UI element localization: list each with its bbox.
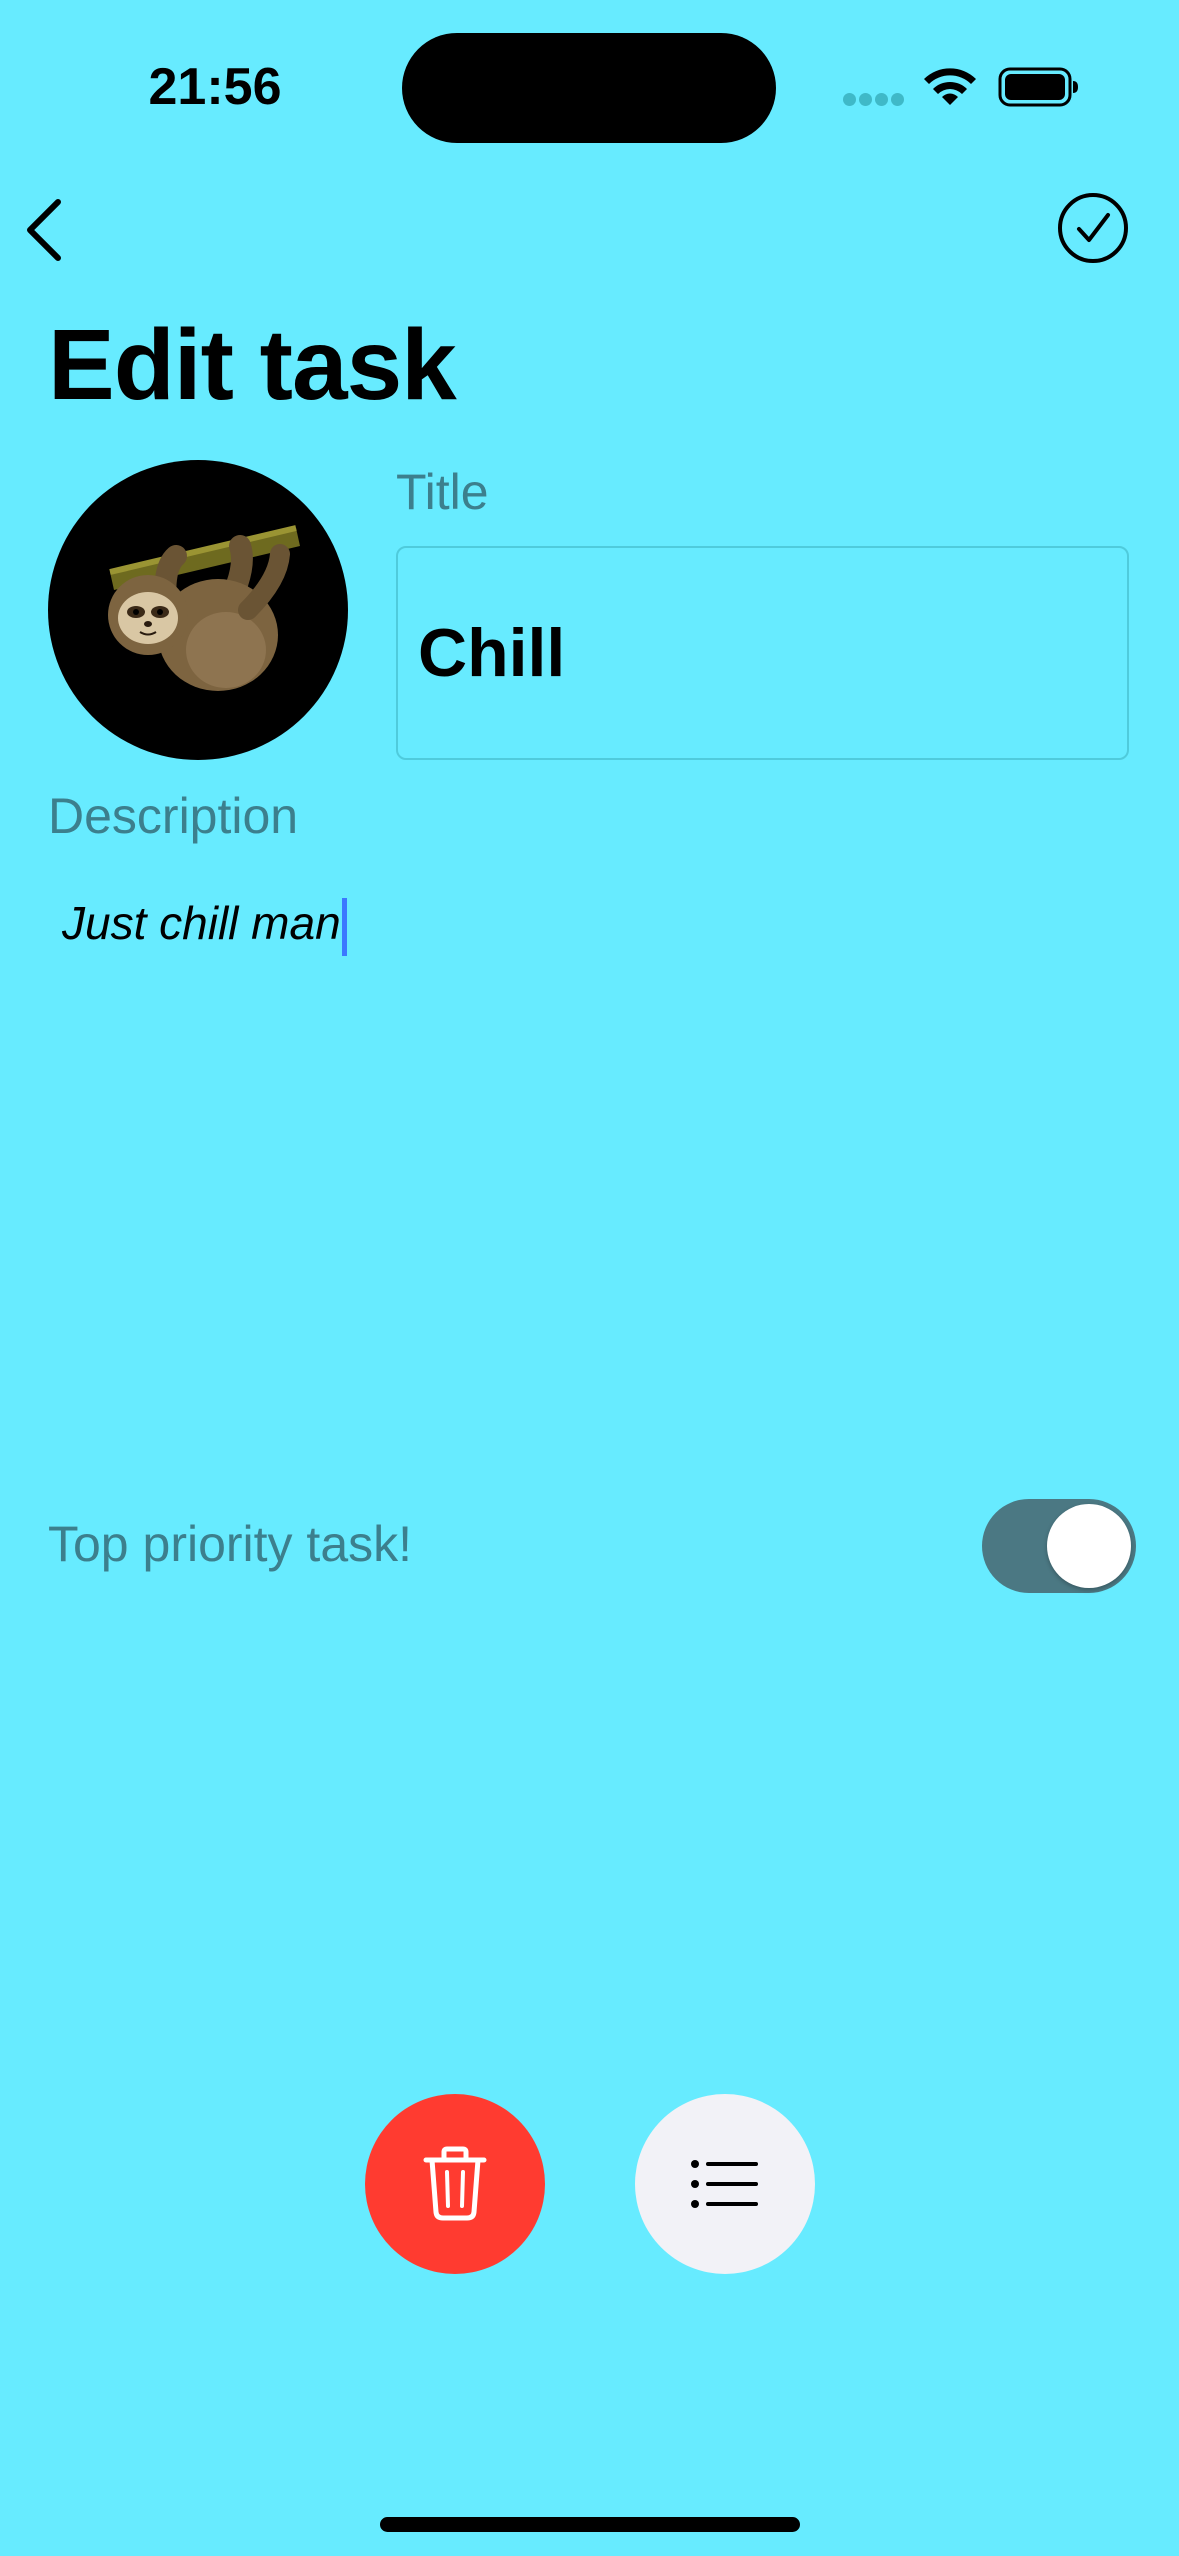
battery-icon	[998, 67, 1078, 107]
checkmark-circle-icon	[1058, 193, 1128, 263]
back-button[interactable]	[14, 190, 94, 270]
title-label: Title	[396, 464, 489, 520]
description-label: Description	[48, 788, 299, 844]
avatar[interactable]	[48, 460, 348, 760]
dynamic-island	[402, 33, 776, 143]
title-input-value: Chill	[418, 615, 566, 691]
description-input-value: Just chill man	[62, 897, 341, 949]
title-input[interactable]: Chill	[396, 546, 1129, 760]
sloth-icon	[108, 525, 300, 691]
text-cursor	[341, 897, 347, 956]
list-button[interactable]	[635, 2094, 815, 2274]
trash-icon	[423, 2146, 487, 2221]
toggle-knob	[1047, 1504, 1131, 1588]
priority-label: Top priority task!	[48, 1516, 413, 1572]
list-bullet-icon	[691, 2160, 758, 2208]
description-input[interactable]: Just chill man	[62, 888, 1122, 968]
delete-button[interactable]	[365, 2094, 545, 2274]
status-time: 21:56	[148, 58, 282, 116]
page-title: Edit task	[48, 309, 457, 421]
wifi-icon	[924, 68, 976, 105]
home-indicator	[380, 2517, 800, 2532]
confirm-button[interactable]	[1055, 190, 1131, 266]
priority-toggle[interactable]	[982, 1499, 1136, 1593]
cellular-signal-icon	[843, 93, 905, 107]
